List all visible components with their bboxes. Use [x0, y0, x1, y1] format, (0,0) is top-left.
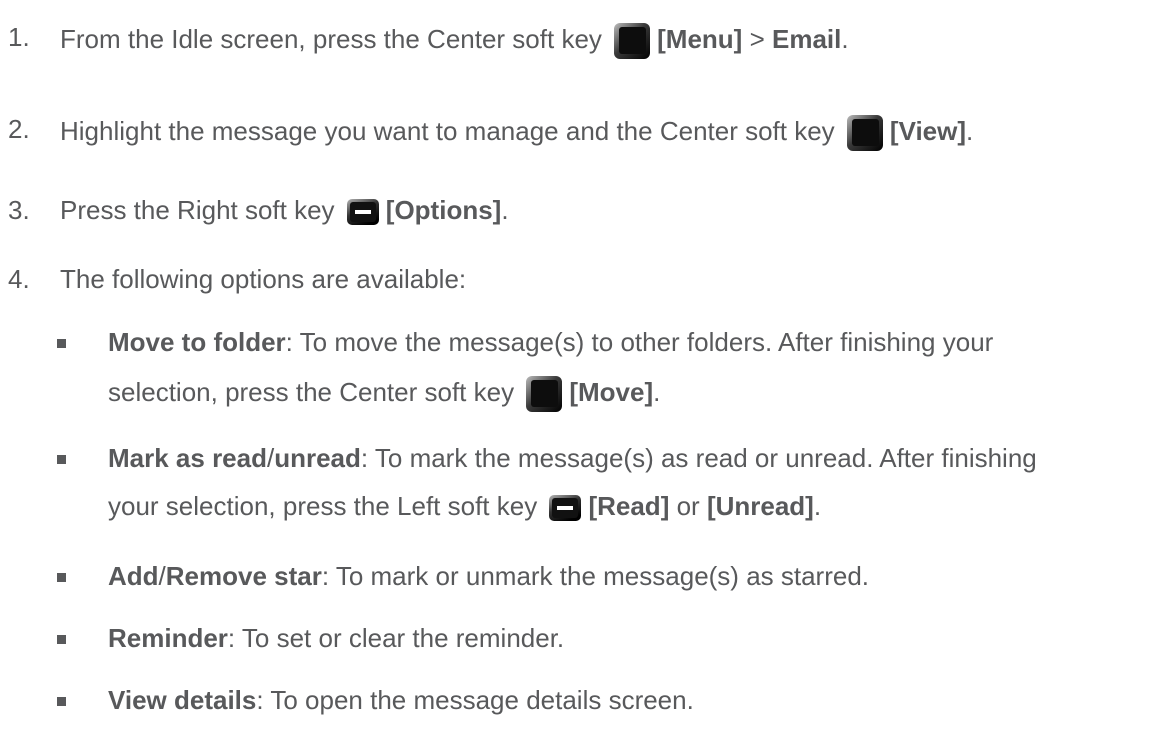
bullet	[57, 697, 66, 706]
step-text: From the Idle screen, press the Center s…	[60, 22, 849, 60]
step-number: 2.	[8, 114, 30, 144]
bullet	[57, 339, 66, 348]
step-text: Press the Right soft key [Options].	[60, 195, 509, 226]
step-text: The following options are available:	[60, 264, 467, 294]
bullet	[57, 455, 66, 464]
bullet	[57, 573, 66, 582]
step-text: Highlight the message you want to manage…	[60, 114, 973, 152]
center-soft-key-icon	[846, 114, 884, 152]
side-soft-key-icon	[548, 494, 582, 522]
center-soft-key-icon	[525, 375, 563, 413]
step-number: 1.	[8, 22, 30, 52]
step-number: 3.	[8, 195, 30, 225]
step-number: 4.	[8, 264, 30, 294]
center-soft-key-icon	[613, 22, 651, 60]
bullet	[57, 635, 66, 644]
side-soft-key-icon	[346, 198, 380, 226]
